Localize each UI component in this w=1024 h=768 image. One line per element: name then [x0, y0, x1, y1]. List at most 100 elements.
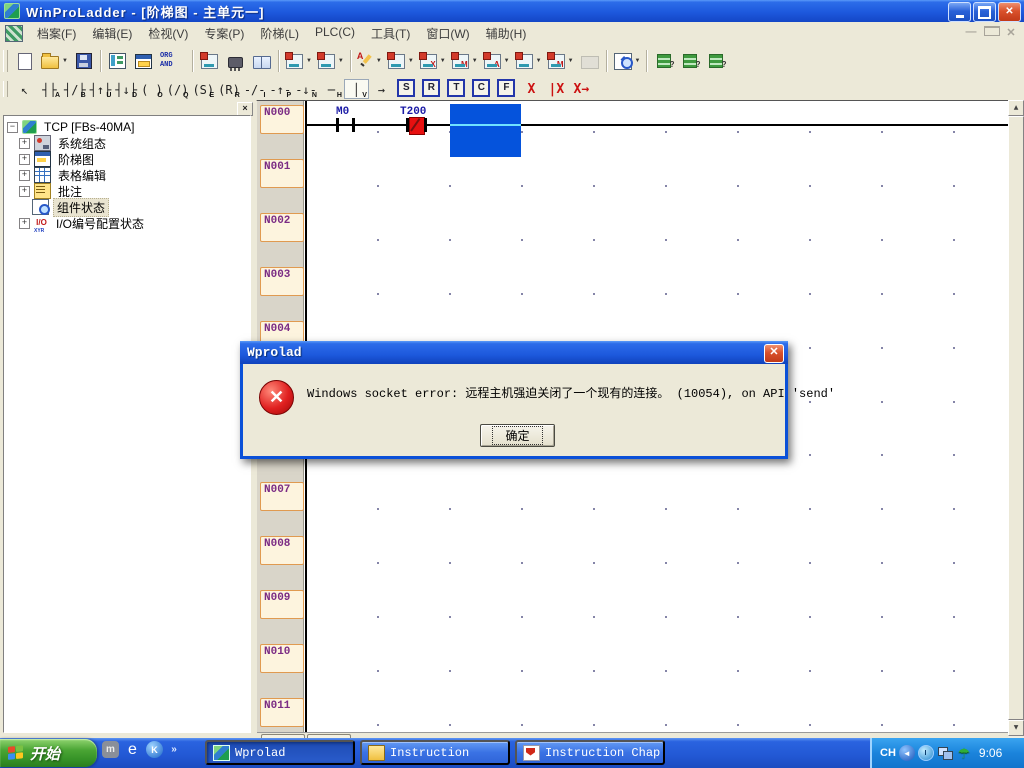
probe-m-button[interactable]: M▼ — [545, 48, 577, 74]
edge-p-button[interactable]: -↑-P — [268, 79, 294, 99]
rung-label[interactable]: N007 — [260, 482, 304, 511]
contact-closed-symbol[interactable] — [424, 118, 427, 132]
coil-set-button[interactable]: (S)E — [190, 79, 216, 99]
new-file-button[interactable] — [12, 48, 38, 74]
probe-a-button[interactable]: A▼ — [481, 48, 513, 74]
rung-label[interactable]: N002 — [260, 213, 304, 242]
mdi-restore-button[interactable] — [984, 26, 998, 39]
dropdown-arrow-icon[interactable]: ▼ — [306, 58, 312, 64]
dialog-close-button[interactable]: ✕ — [764, 344, 784, 363]
org-and-button[interactable]: ORG AND — [157, 48, 189, 74]
kmplayer-icon[interactable]: K — [146, 741, 163, 758]
mdi-child-icon[interactable] — [5, 25, 23, 42]
language-arrow-icon[interactable]: ◄ — [899, 745, 915, 761]
rung-label[interactable]: N000 — [260, 105, 304, 134]
tree-root[interactable]: − TCP [FBs-40MA] — [4, 119, 250, 135]
vertical-scrollbar[interactable]: ▲ ▼ — [1008, 100, 1024, 738]
menu-item[interactable]: 辅助(H) — [478, 22, 535, 45]
delete-row-button[interactable]: X→ — [569, 79, 594, 99]
status-query-button[interactable]: ? — [651, 48, 677, 74]
dropdown-arrow-icon[interactable]: ▼ — [408, 58, 414, 64]
internet-explorer-icon[interactable]: e — [124, 741, 141, 758]
tree-item-table[interactable]: + 表格编辑 — [4, 167, 250, 183]
branch-arrow-button[interactable]: → — [369, 79, 394, 99]
language-indicator[interactable]: CH — [880, 747, 896, 759]
dropdown-arrow-icon[interactable]: ▼ — [62, 58, 68, 64]
menu-item[interactable]: 档案(F) — [29, 22, 84, 45]
dropdown-arrow-icon[interactable]: ▼ — [338, 58, 344, 64]
rung-label[interactable]: N010 — [260, 644, 304, 673]
tree-item-status[interactable]: 组件状态 — [4, 199, 250, 215]
menu-item[interactable]: 工具(T) — [363, 22, 418, 45]
scheduler-icon[interactable] — [918, 745, 934, 761]
contact-falling-button[interactable]: ┤↓├D — [113, 79, 139, 99]
rung-label[interactable]: N001 — [260, 159, 304, 188]
menu-item[interactable]: PLC(C) — [307, 22, 363, 45]
coil-not-button[interactable]: (/)Q — [165, 79, 191, 99]
contact-open-symbol[interactable] — [352, 118, 355, 132]
delete-element-button[interactable]: X — [519, 79, 544, 99]
scrollbar-thumb[interactable] — [1008, 116, 1024, 720]
rung-label[interactable]: N008 — [260, 536, 304, 565]
hline-button[interactable]: ─H — [319, 79, 344, 99]
toolbar-grip[interactable] — [3, 81, 8, 97]
tree-item-label[interactable]: 系统组态 — [55, 135, 109, 152]
select-tool-button[interactable]: ↖ — [12, 79, 37, 99]
tree-item-ladder[interactable]: +阶梯图 — [4, 151, 250, 167]
dropdown-arrow-icon[interactable]: ▼ — [440, 58, 446, 64]
func-f-button[interactable]: F — [494, 79, 519, 99]
contact-open-button[interactable]: ┤├A — [37, 79, 62, 99]
coil-out-button[interactable]: ( )O — [139, 79, 165, 99]
dropdown-arrow-icon[interactable]: ▼ — [472, 58, 478, 64]
func-t-button[interactable]: T — [444, 79, 469, 99]
menu-item[interactable]: 窗口(W) — [418, 22, 477, 45]
func-r-button[interactable]: R — [419, 79, 444, 99]
tree-item-sys[interactable]: +系统组态 — [4, 135, 250, 151]
dropdown-arrow-icon[interactable]: ▼ — [504, 58, 510, 64]
contact-closed-button[interactable]: ┤/├B — [62, 79, 88, 99]
open-file-button[interactable]: ▼ — [38, 48, 71, 74]
grid-query-button[interactable]: ? — [677, 48, 703, 74]
network-icon[interactable] — [937, 745, 953, 761]
ok-button[interactable]: 确定 — [480, 424, 555, 447]
func-s-button[interactable]: S — [394, 79, 419, 99]
taskbar-task[interactable]: Wprolad — [205, 740, 355, 765]
tree-item-label[interactable]: I/O编号配置状态 — [53, 215, 147, 232]
reference-book-button[interactable] — [249, 48, 275, 74]
selection-cursor[interactable] — [450, 104, 521, 157]
tree-item-label[interactable]: 表格编辑 — [55, 167, 109, 184]
rung-label[interactable]: N011 — [260, 698, 304, 727]
dropdown-arrow-icon[interactable]: ▼ — [635, 58, 641, 64]
func-c-button[interactable]: C — [469, 79, 494, 99]
io-transfer-button[interactable] — [197, 48, 223, 74]
vline-button[interactable]: │V — [344, 79, 369, 99]
overflow-icon[interactable]: » — [168, 741, 180, 758]
maximize-button[interactable] — [973, 2, 996, 22]
contact-query-button[interactable]: ? — [703, 48, 729, 74]
menu-item[interactable]: 检视(V) — [140, 22, 196, 45]
tree-root-label[interactable]: TCP [FBs-40MA] — [41, 120, 137, 134]
antivirus-umbrella-icon[interactable]: ☂ — [956, 745, 972, 761]
run-probe-button[interactable]: ▼ — [385, 48, 417, 74]
tree-item-io[interactable]: +I/OI/O编号配置状态 — [4, 215, 250, 231]
menu-item[interactable]: 专案(P) — [196, 22, 252, 45]
tree-item-label[interactable]: 阶梯图 — [55, 151, 97, 168]
toolbar-grip[interactable] — [3, 50, 8, 72]
mdi-close-button[interactable]: ✕ — [1004, 26, 1018, 39]
network-config-button[interactable]: ▼ — [283, 48, 315, 74]
dropdown-arrow-icon[interactable]: ▼ — [376, 58, 382, 64]
plc-chip-button[interactable] — [223, 48, 249, 74]
taskbar-task[interactable]: Instruction — [360, 740, 510, 765]
edit-register-button[interactable]: ▼ — [355, 48, 385, 74]
expand-icon[interactable]: + — [19, 170, 30, 181]
close-button[interactable]: ✕ — [998, 2, 1021, 22]
tree-panel-close-icon[interactable]: × — [237, 102, 253, 116]
contact-open-symbol[interactable] — [336, 118, 339, 132]
status-list-button[interactable]: ▼ — [513, 48, 545, 74]
collapse-icon[interactable]: − — [7, 122, 18, 133]
contact-rising-button[interactable]: ┤↑├U — [88, 79, 114, 99]
monitor-button[interactable]: M▼ — [449, 48, 481, 74]
maxthon-icon[interactable]: m — [102, 741, 119, 758]
save-file-button[interactable] — [71, 48, 97, 74]
delete-column-button[interactable]: |X — [544, 79, 569, 99]
